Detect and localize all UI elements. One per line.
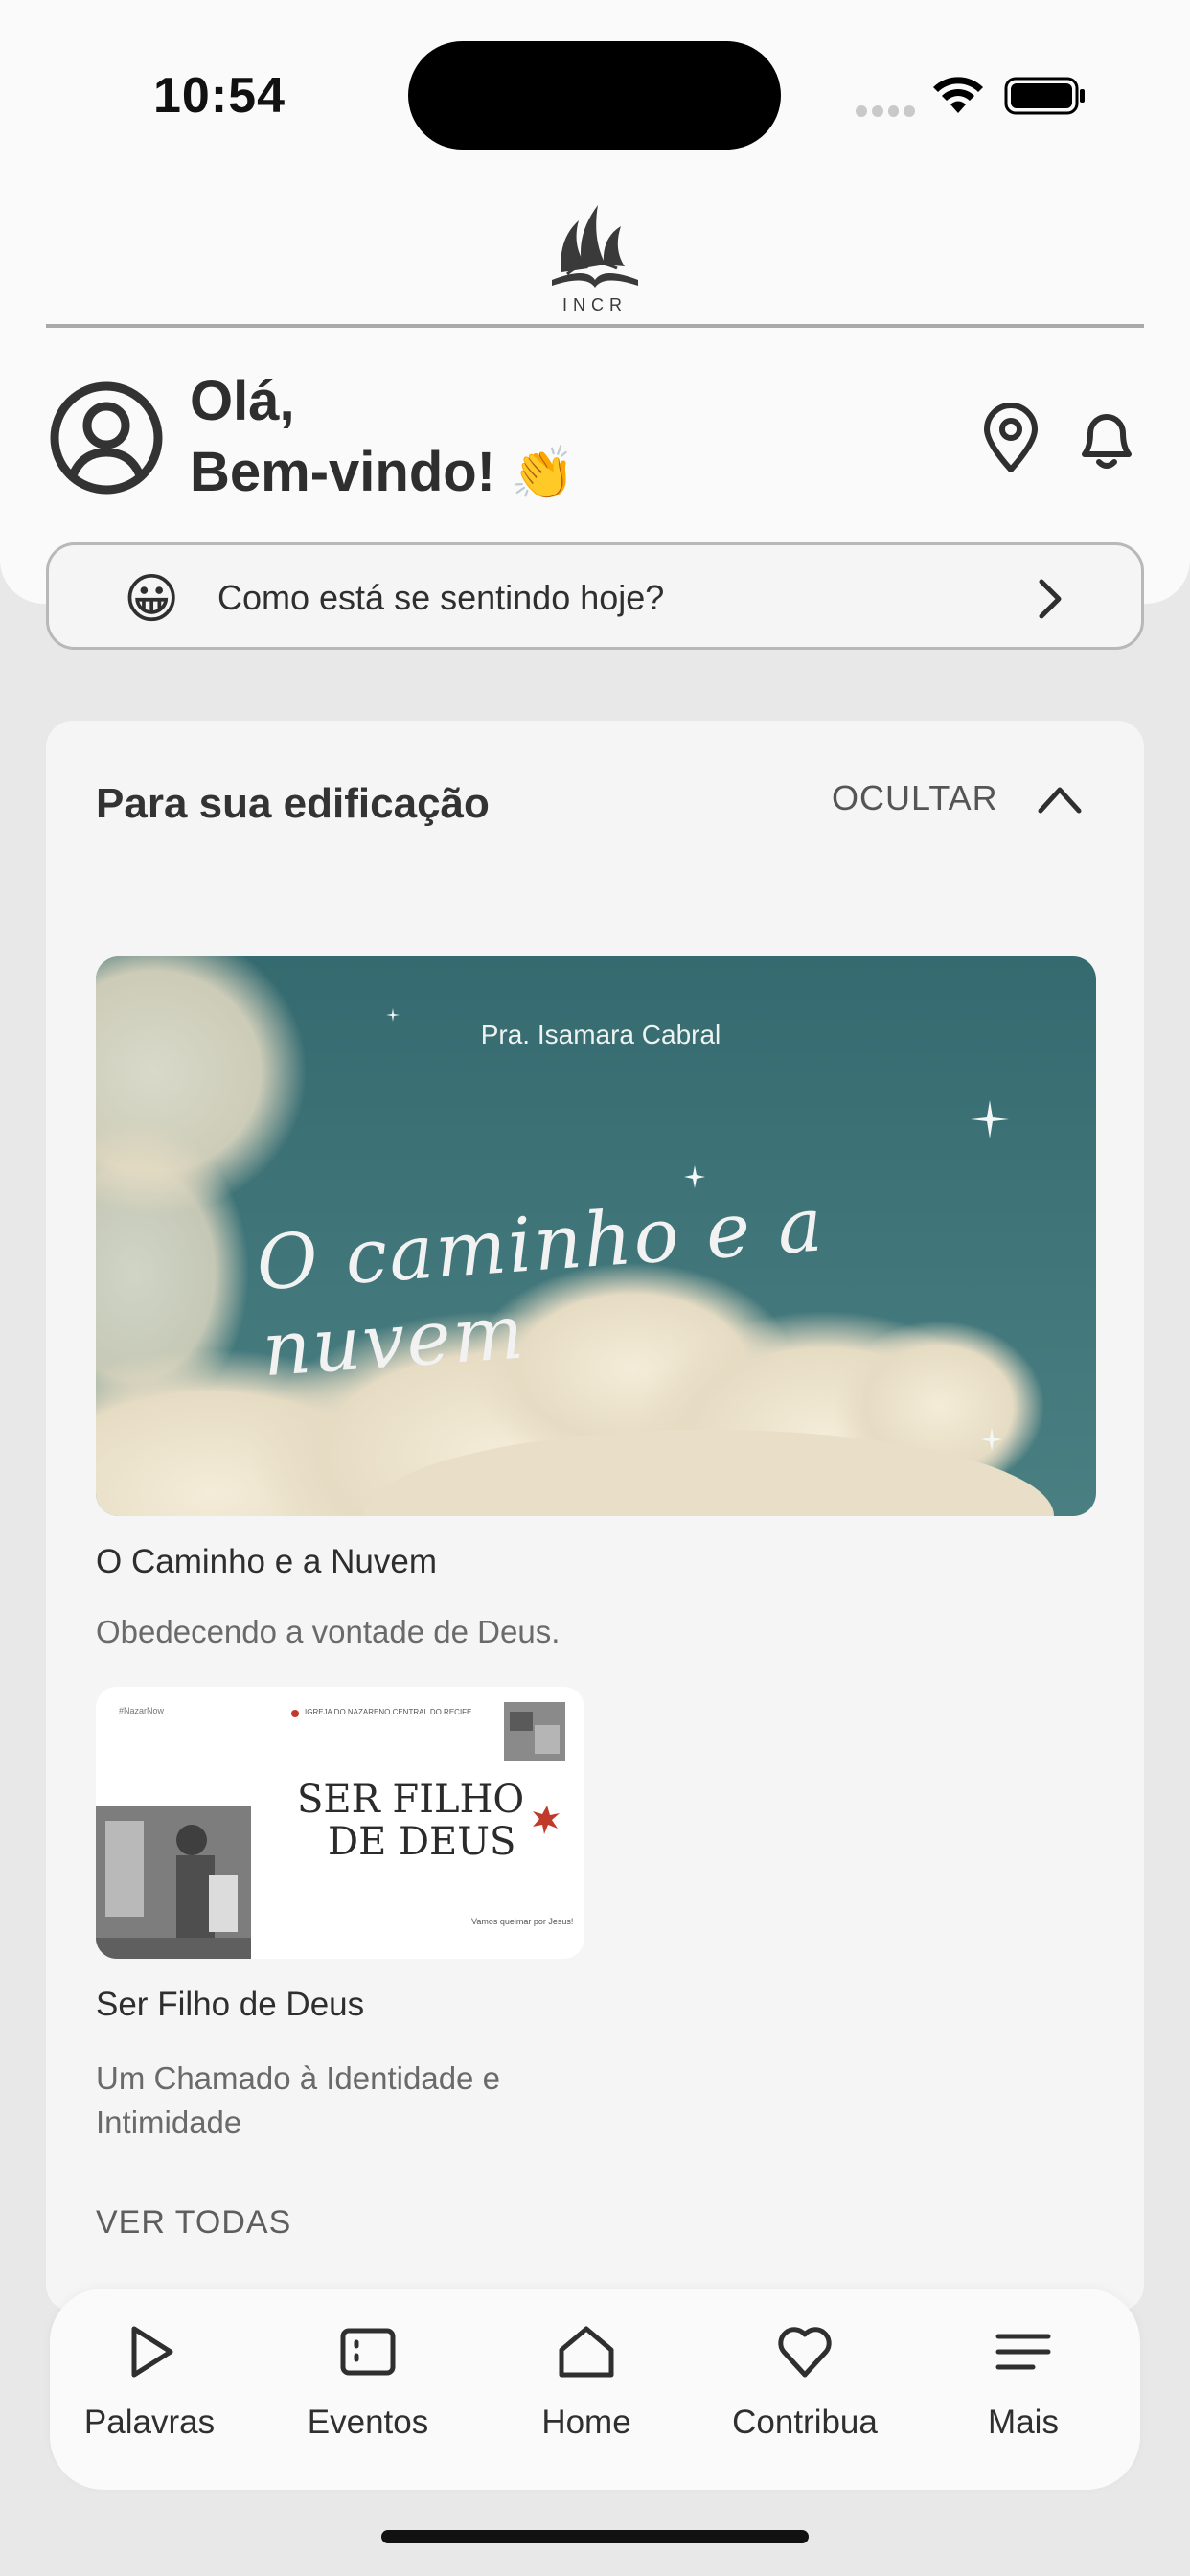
tab-label: Contribua xyxy=(732,2404,878,2441)
events-icon xyxy=(340,2328,396,2376)
tab-contribua[interactable]: Contribua xyxy=(719,2321,891,2465)
profile-avatar-icon[interactable] xyxy=(50,381,163,494)
tab-home[interactable]: Home xyxy=(500,2321,673,2465)
menu-icon xyxy=(995,2334,1051,2370)
tab-eventos[interactable]: Eventos xyxy=(282,2321,454,2465)
location-pin-icon[interactable] xyxy=(979,402,1042,473)
greeting-line1: Olá, xyxy=(190,370,295,432)
signal-icon xyxy=(856,105,915,117)
thumbnail-footer: Vamos queimar por Jesus! xyxy=(471,1917,574,1926)
header-divider xyxy=(46,324,1144,328)
clapping-hands-emoji: 👏 xyxy=(511,445,576,502)
mood-check-button[interactable]: 😀 Como está se sentindo hoje? xyxy=(46,542,1144,650)
tab-label: Palavras xyxy=(83,2404,216,2441)
thumbnail-title-line2: DE DEUS xyxy=(328,1820,516,1864)
edification-title: Para sua edificação xyxy=(96,780,490,827)
sermon-title[interactable]: Ser Filho de Deus xyxy=(96,1986,364,2024)
battery-icon xyxy=(1004,77,1085,115)
play-icon xyxy=(131,2326,173,2378)
tab-label: Home xyxy=(541,2404,631,2441)
tab-palavras[interactable]: Palavras xyxy=(63,2321,236,2465)
wifi-icon xyxy=(933,77,983,113)
status-time: 10:54 xyxy=(153,68,286,124)
tab-label: Eventos xyxy=(307,2404,429,2441)
sermon-title[interactable]: O Caminho e a Nuvem xyxy=(96,1543,437,1581)
heart-icon xyxy=(778,2327,832,2378)
thumbnail-title: SER FILHO DE DEUS xyxy=(297,1779,524,1863)
mood-prompt: Como está se sentindo hoje? xyxy=(217,578,665,617)
sermon-author: Pra. Isamara Cabral xyxy=(480,1020,721,1049)
status-bar: 10:54 xyxy=(0,0,1190,192)
sermon-thumbnail-ser-filho[interactable]: #NazarNow IGREJA DO NAZARENO CENTRAL DO … xyxy=(96,1687,584,1959)
sermon-thumbnail-caminho[interactable]: Pra. Isamara Cabral O caminho e a nuvem xyxy=(96,956,1096,1516)
hide-button[interactable]: OCULTAR xyxy=(832,778,998,818)
grinning-face-emoji: 😀 xyxy=(124,568,180,629)
greeting: Olá, Bem-vindo! 👏 xyxy=(190,366,575,509)
sermon-subtitle: Um Chamado à Identidade e Intimidade xyxy=(96,2060,500,2140)
chevron-right-icon xyxy=(1039,579,1062,619)
notification-bell-icon[interactable] xyxy=(1073,401,1140,473)
see-all-button[interactable]: VER TODAS xyxy=(96,2204,291,2242)
tab-label: Mais xyxy=(988,2404,1059,2441)
tab-mais[interactable]: Mais xyxy=(937,2321,1110,2465)
edification-card: Para sua edificação OCULTAR Pra. Isamara… xyxy=(46,721,1144,2312)
home-indicator[interactable] xyxy=(381,2530,809,2543)
greeting-line2: Bem-vindo! xyxy=(190,441,495,503)
dynamic-island xyxy=(408,41,781,150)
tab-bar: Palavras Eventos Home Contribua Mais xyxy=(50,2288,1140,2490)
home-icon xyxy=(559,2326,614,2378)
sermon-subtitle: Obedecendo a vontade de Deus. xyxy=(96,1614,561,1649)
chevron-up-icon[interactable] xyxy=(1037,782,1083,816)
thumbnail-title-line1: SER FILHO xyxy=(297,1778,525,1822)
church-logo-text: INCR xyxy=(562,295,628,314)
